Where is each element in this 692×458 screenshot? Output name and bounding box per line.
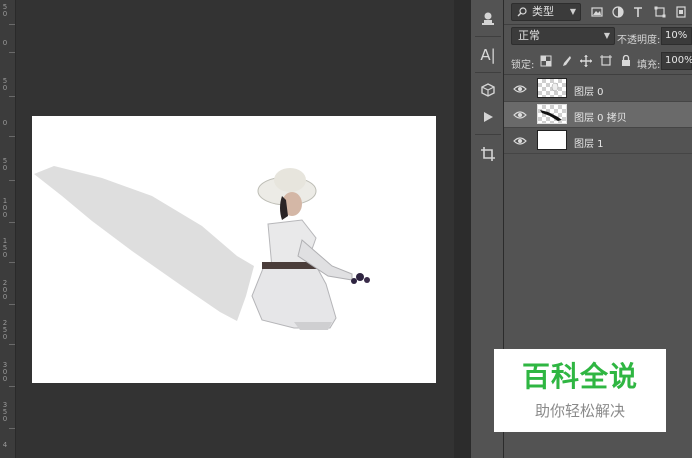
ruler-tick — [9, 52, 15, 53]
adjustment-filter-icon[interactable] — [612, 6, 624, 18]
tool-separator — [475, 134, 501, 135]
canvas-workspace[interactable] — [16, 0, 454, 458]
ruler-tick — [9, 180, 15, 181]
ruler-tick-label: 5 0 — [2, 157, 8, 172]
character-panel-button[interactable]: A| — [475, 42, 501, 68]
type-filter-icon[interactable] — [632, 6, 644, 18]
lock-all-icon[interactable] — [620, 55, 632, 67]
shape-filter-icon[interactable] — [654, 6, 666, 18]
lock-pixels-icon[interactable] — [560, 55, 572, 67]
layer-row[interactable]: 图层 0 拷贝 — [504, 102, 692, 128]
shadow-thumbnail — [540, 110, 562, 121]
crop-tool-button[interactable] — [475, 141, 501, 167]
eye-icon[interactable] — [513, 135, 527, 147]
panel-divider — [504, 24, 692, 25]
figure-thumbnail — [551, 82, 559, 92]
ruler-tick — [9, 136, 15, 137]
stamp-icon — [482, 12, 494, 25]
layer-filter-select[interactable]: 类型 ▼ — [511, 3, 581, 21]
ruler-tick — [9, 24, 15, 25]
vertical-ruler[interactable]: 5 0 0 5 0 0 5 0 1 0 0 1 5 0 2 0 0 2 5 0 … — [0, 0, 16, 458]
chevron-down-icon: ▼ — [569, 7, 576, 16]
crop-icon — [481, 147, 495, 161]
layer-thumbnail — [537, 104, 567, 124]
ruler-tick — [9, 222, 15, 223]
ruler-tick-label: 0 — [2, 39, 8, 47]
layer-name: 图层 0 — [574, 87, 604, 98]
ruler-tick-label: 5 0 — [2, 3, 8, 18]
watermark-subtitle: 助你轻松解决 — [534, 402, 625, 420]
tool-separator — [475, 36, 501, 37]
layer-row[interactable]: 图层 1 — [504, 128, 692, 154]
ruler-tick-label: 1 0 0 — [2, 197, 8, 219]
chevron-down-icon: ▼ — [603, 31, 610, 40]
opacity-input[interactable]: 10% — [661, 27, 692, 45]
layer-name: 图层 0 拷贝 — [574, 113, 627, 124]
lock-artboard-icon[interactable] — [600, 55, 612, 67]
lock-transparency-icon[interactable] — [540, 55, 552, 67]
fill-label: 填充: — [637, 60, 661, 71]
ruler-tick — [9, 344, 15, 345]
layer-thumbnail — [537, 130, 567, 150]
stamp-tool-button[interactable] — [475, 6, 501, 32]
eye-icon[interactable] — [513, 109, 527, 121]
panel-divider — [504, 74, 692, 75]
ruler-tick-label: 4 — [2, 441, 8, 449]
ruler-tick-label: 0 — [2, 119, 8, 127]
ruler-tick-label: 3 0 0 — [2, 361, 8, 383]
filter-label: 类型 — [532, 5, 554, 18]
cube-icon — [481, 83, 495, 97]
layer-thumbnail — [537, 78, 567, 98]
blend-mode-value: 正常 — [518, 29, 540, 42]
layer-row[interactable]: 图层 0 — [504, 76, 692, 102]
character-icon: A| — [480, 46, 496, 64]
watermark-title: 百科全说 — [521, 360, 638, 393]
canvas-artwork — [34, 166, 370, 330]
ruler-tick-label: 3 5 0 — [2, 401, 8, 423]
smart-object-filter-icon[interactable] — [675, 6, 687, 18]
ruler-tick-label: 2 5 0 — [2, 319, 8, 341]
3d-tool-button[interactable] — [475, 77, 501, 103]
search-icon — [517, 7, 527, 17]
watermark-logo: 百科全说 助你轻松解决 — [494, 349, 666, 432]
ruler-tick — [9, 262, 15, 263]
play-icon — [484, 112, 493, 122]
eye-icon[interactable] — [513, 83, 527, 95]
lock-label: 锁定: — [511, 60, 535, 71]
tool-separator — [475, 72, 501, 73]
woman-figure — [251, 168, 370, 330]
ruler-tick — [9, 428, 15, 429]
cast-shadow — [34, 166, 254, 321]
ruler-tick — [9, 96, 15, 97]
image-filter-icon[interactable] — [591, 6, 603, 18]
panel-gutter — [454, 0, 470, 458]
layer-name: 图层 1 — [574, 139, 604, 150]
fill-input[interactable]: 100% — [661, 52, 692, 70]
ruler-tick — [9, 304, 15, 305]
lock-position-icon[interactable] — [580, 55, 592, 67]
ruler-tick-label: 1 5 0 — [2, 237, 8, 259]
blend-mode-select[interactable]: 正常 ▼ — [511, 27, 615, 45]
ruler-tick-label: 5 0 — [2, 77, 8, 92]
ruler-tick-label: 2 0 0 — [2, 279, 8, 301]
opacity-label: 不透明度: — [617, 35, 661, 46]
play-action-button[interactable] — [475, 104, 501, 130]
ruler-tick — [9, 386, 15, 387]
document-canvas[interactable] — [32, 116, 436, 383]
